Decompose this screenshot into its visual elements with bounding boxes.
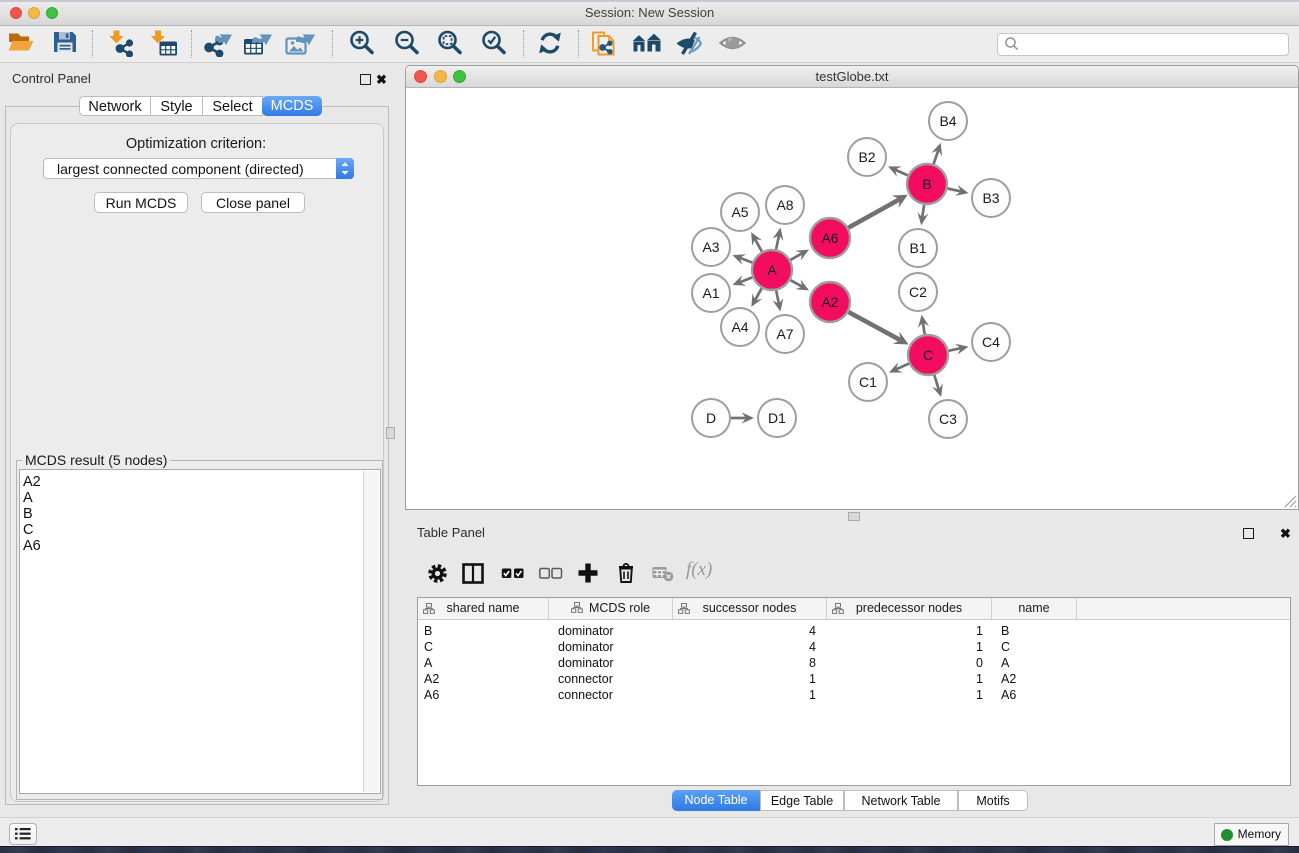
svg-text:D: D: [706, 410, 716, 426]
svg-text:A8: A8: [776, 197, 793, 213]
svg-text:C4: C4: [982, 334, 1000, 350]
svg-text:B: B: [922, 176, 931, 192]
svg-text:A6: A6: [821, 230, 838, 246]
svg-text:C1: C1: [859, 374, 877, 390]
svg-text:A7: A7: [776, 326, 793, 342]
svg-text:A: A: [767, 262, 777, 278]
svg-text:A1: A1: [702, 285, 719, 301]
svg-text:A3: A3: [702, 239, 719, 255]
svg-text:A5: A5: [731, 204, 748, 220]
svg-text:B1: B1: [909, 240, 926, 256]
svg-text:A2: A2: [821, 294, 838, 310]
svg-text:B4: B4: [939, 113, 956, 129]
svg-text:D1: D1: [768, 410, 786, 426]
svg-text:C3: C3: [939, 411, 957, 427]
svg-text:C2: C2: [909, 284, 927, 300]
svg-text:B2: B2: [858, 149, 875, 165]
svg-text:A4: A4: [731, 319, 748, 335]
svg-text:C: C: [923, 347, 933, 363]
svg-text:B3: B3: [982, 190, 999, 206]
